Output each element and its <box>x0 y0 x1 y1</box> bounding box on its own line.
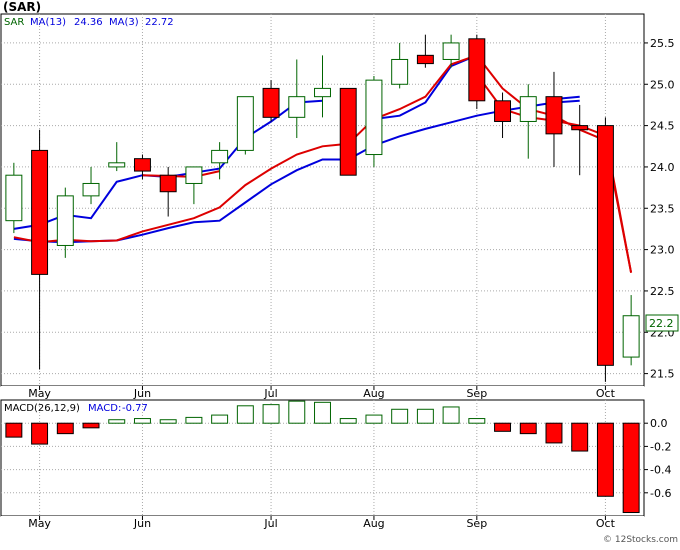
last-price-label: 22.2 <box>649 317 674 330</box>
price-y-tick-label: 23.5 <box>650 202 675 215</box>
macd-bar <box>185 416 203 424</box>
x-axis-band <box>1 386 644 400</box>
candle-body <box>571 125 589 131</box>
x-axis-band-bottom <box>1 516 644 530</box>
candle-body <box>519 96 537 122</box>
candle-body <box>5 174 23 222</box>
macd-bar <box>108 419 126 424</box>
candle <box>468 34 486 110</box>
macd-bar <box>596 422 614 497</box>
macd-y-tick-label: 0.0 <box>650 417 668 430</box>
macd-bar <box>416 408 434 424</box>
chart-stage: May Jun Jul Aug Sep Oct May Jun Jul Aug Sep Oct 21… <box>0 0 680 546</box>
macd-bar <box>159 419 177 424</box>
candle-body <box>442 42 460 60</box>
macd-bar <box>56 422 74 435</box>
x-axis-month-label: Aug <box>363 387 384 400</box>
candle-body <box>82 182 100 197</box>
candle-body <box>262 87 280 118</box>
legend-ma3-label: MA(3) <box>109 17 139 28</box>
candle <box>236 96 254 155</box>
candle <box>365 76 383 167</box>
macd-bar <box>545 422 563 444</box>
candle-body <box>133 158 151 172</box>
legend-ma13-value: 24.36 <box>74 17 103 28</box>
candle-body <box>288 96 306 118</box>
last-price-tag: 22.2 <box>645 314 679 332</box>
macd-bar <box>288 400 306 424</box>
candle-body <box>31 149 49 275</box>
macd-legend-label: MACD(26,12,9) <box>4 403 80 414</box>
candle-body <box>494 100 512 122</box>
macd-y-tick-label: -0.4 <box>650 464 671 477</box>
candle-body <box>391 58 409 85</box>
price-legend: SAR MA(13) 24.36 MA(3) 22.72 <box>4 17 174 28</box>
macd-bar <box>133 418 151 424</box>
macd-bar <box>442 406 460 424</box>
macd-bar <box>314 401 331 424</box>
candle-body <box>56 195 74 246</box>
x-axis-month-bottom-label: Jul <box>263 517 277 530</box>
x-axis-month-bottom-label: May <box>28 517 51 530</box>
macd-bar <box>494 422 512 432</box>
price-y-tick-label: 24.0 <box>650 161 675 174</box>
x-axis-month-bottom-label: Sep <box>466 517 487 530</box>
macd-bar <box>236 405 254 424</box>
price-y-tick-label: 25.0 <box>650 78 675 91</box>
price-y-tick-label: 23.0 <box>650 244 675 257</box>
stock-chart: May Jun Jul Aug Sep Oct May Jun Jul Aug Sep Oct 21… <box>0 0 680 546</box>
candle-body <box>622 315 640 358</box>
candle-body <box>236 96 254 151</box>
macd-bar <box>31 422 49 445</box>
macd-bar <box>339 418 357 424</box>
price-y-tick-label: 22.5 <box>650 285 675 298</box>
price-y-tick-label: 24.5 <box>650 120 675 133</box>
x-axis-month-label: Jun <box>133 387 151 400</box>
macd-bar <box>5 422 23 438</box>
price-y-tick-label: 25.5 <box>650 37 675 50</box>
price-y-tick-label: 21.5 <box>650 368 675 381</box>
macd-bar <box>211 414 229 424</box>
macd-legend: MACD(26,12,9) MACD: -0.77 <box>4 403 148 414</box>
x-axis-month-label: Jul <box>263 387 277 400</box>
macd-legend-value-label: MACD: <box>88 403 121 414</box>
macd-bar <box>468 418 486 424</box>
x-axis-month-label: Oct <box>596 387 616 400</box>
candle <box>596 117 614 382</box>
macd-bar <box>519 422 537 435</box>
candle-body <box>416 54 434 65</box>
x-axis-month-label: May <box>28 387 51 400</box>
macd-bar <box>365 414 383 424</box>
candle-body <box>108 162 126 168</box>
candle <box>339 87 357 176</box>
candle-body <box>596 125 614 366</box>
candle-body <box>159 174 177 193</box>
chart-title: (SAR) <box>3 0 41 14</box>
legend-ma3-value: 22.72 <box>145 17 174 28</box>
macd-bar <box>391 408 409 424</box>
macd-legend-value: -0.77 <box>122 403 148 414</box>
candle-body <box>314 87 331 98</box>
x-axis-month-bottom-label: Jun <box>133 517 151 530</box>
x-axis-month-label: Sep <box>466 387 487 400</box>
macd-bar <box>262 404 280 424</box>
x-axis-month-bottom-label: Oct <box>596 517 616 530</box>
candle-body <box>468 38 486 102</box>
candle-body <box>545 96 563 135</box>
macd-y-tick-label: -0.2 <box>650 440 671 453</box>
macd-bar <box>622 422 640 514</box>
macd-bar <box>571 422 589 452</box>
watermark: © 12Stocks.com <box>603 535 678 545</box>
candle-body <box>339 87 357 176</box>
legend-ma13-label: MA(13) <box>30 17 66 28</box>
candle-body <box>185 166 203 184</box>
macd-bar <box>82 422 100 429</box>
candle-body <box>365 79 383 156</box>
macd-y-tick-label: -0.6 <box>650 487 671 500</box>
x-axis-month-bottom-label: Aug <box>363 517 384 530</box>
candle-body <box>211 149 229 164</box>
legend-symbol: SAR <box>4 17 24 28</box>
